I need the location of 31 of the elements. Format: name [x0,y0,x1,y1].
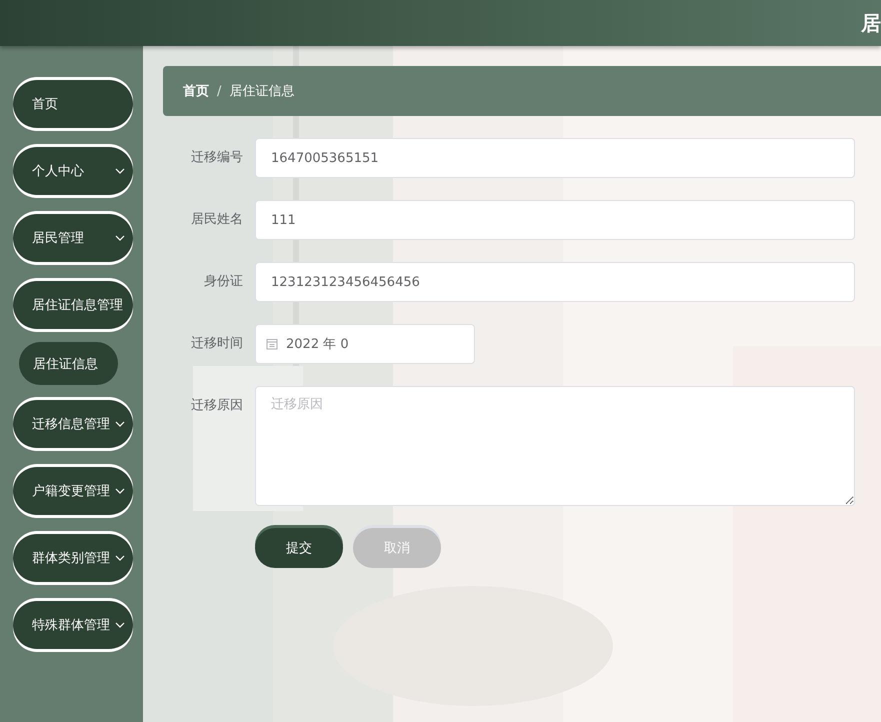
chevron-icon [115,235,125,241]
calendar-icon [266,338,278,350]
field-label: 居民姓名 [190,211,244,229]
menu-item[interactable]: 首页 [13,80,133,128]
menu-item[interactable]: 迁移信息管理 [13,400,133,448]
submenu-item[interactable]: 居住证信息 [19,342,118,385]
field-label: 迁移原因 [190,397,244,415]
breadcrumb-separator: / [217,84,222,98]
input-field[interactable]: 111 [255,200,855,240]
input-field[interactable]: 1647005365151 [255,138,855,178]
field-label: 迁移编号 [190,149,244,167]
chevron-icon [115,622,125,628]
menu-item[interactable]: 户籍变更管理 [13,467,133,515]
field-label: 身份证 [203,273,244,291]
menu-item[interactable]: 个人中心 [13,147,133,195]
input-field[interactable]: 123123123456456456 [255,262,855,302]
date-field[interactable]: 2022 年 0 [255,324,475,364]
chevron-icon [115,168,125,174]
textarea-field[interactable]: 迁移原因 [255,386,855,506]
chevron-icon [115,555,125,561]
menu-item[interactable]: 群体类别管理 [13,534,133,582]
field-label: 迁移时间 [190,335,244,353]
chevron-icon [115,488,125,494]
breadcrumb-link[interactable]: 首页 [183,82,209,100]
menu-item[interactable]: 特殊群体管理 [13,601,133,649]
menu-item[interactable]: 居住证信息管理 [13,281,133,329]
chevron-icon [115,421,125,427]
menu-item[interactable]: 居民管理 [13,214,133,262]
submit-button[interactable]: 提交 [255,528,343,568]
site-title: 居 [861,10,881,36]
breadcrumb-link[interactable]: 居住证信息 [229,82,294,100]
